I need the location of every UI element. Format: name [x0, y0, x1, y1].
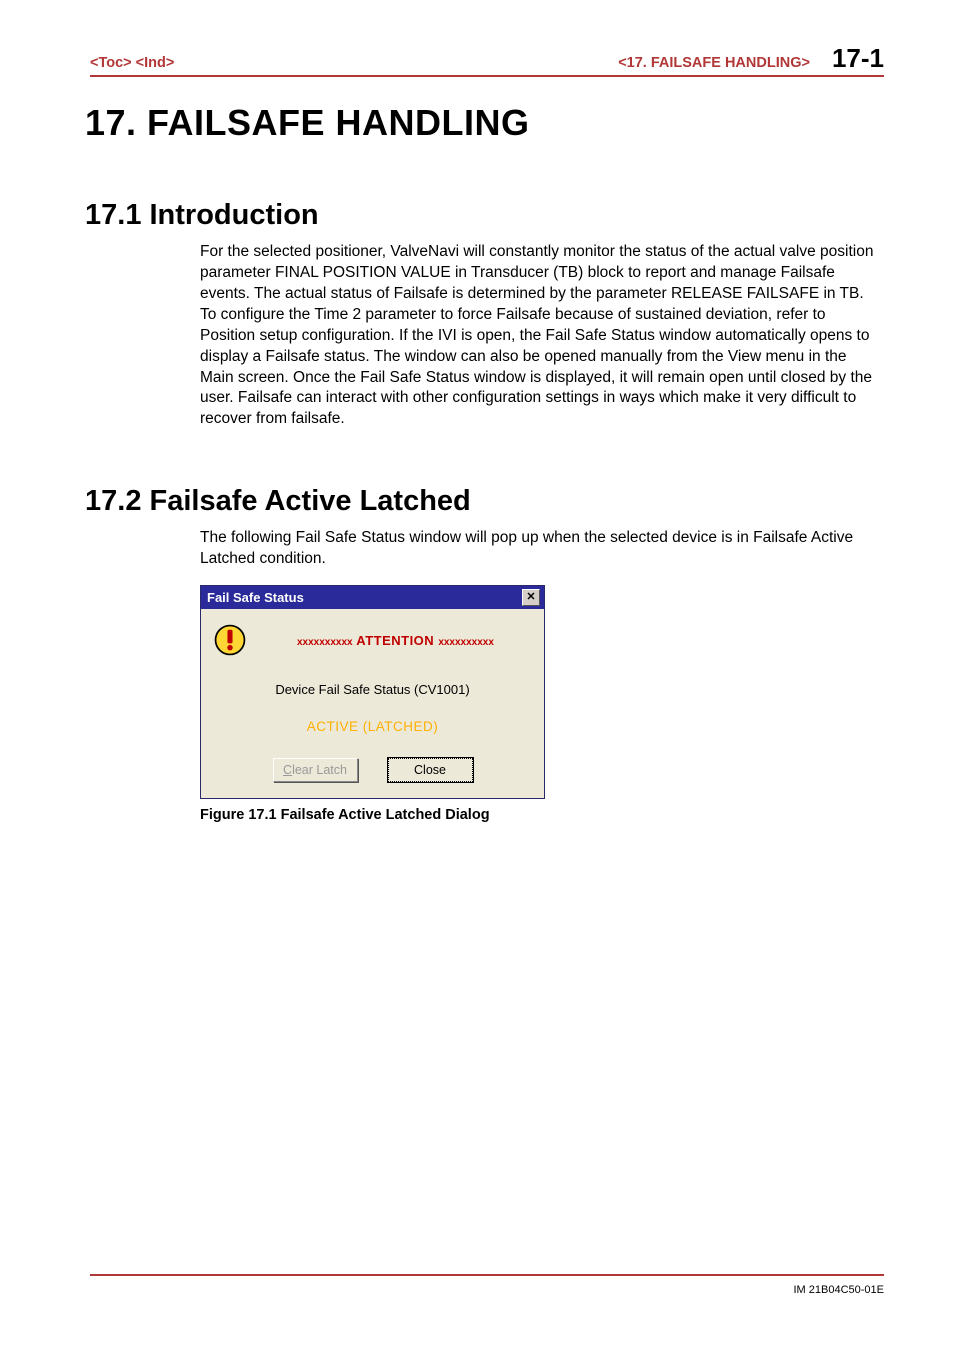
- header-right-group: <17. FAILSAFE HANDLING> 17-1: [618, 45, 884, 71]
- figure-caption: Figure 17.1 Failsafe Active Latched Dial…: [200, 807, 884, 823]
- toc-link[interactable]: <Toc>: [90, 55, 132, 71]
- dialog-title: Fail Safe Status: [207, 590, 304, 605]
- breadcrumb[interactable]: <17. FAILSAFE HANDLING>: [618, 55, 810, 71]
- failsafe-dialog: Fail Safe Status ✕ xxxxxxxxxx ATTENTION …: [200, 585, 545, 799]
- dialog-body: xxxxxxxxxx ATTENTION xxxxxxxxxx Device F…: [201, 609, 544, 798]
- attention-stars-right: xxxxxxxxxx: [438, 637, 494, 648]
- clear-latch-button[interactable]: Clear Latch: [273, 758, 358, 782]
- close-button[interactable]: ✕: [522, 589, 540, 606]
- clear-latch-mnemonic: C: [283, 763, 292, 777]
- dialog-button-row: Clear Latch Close: [211, 758, 534, 782]
- attention-row: xxxxxxxxxx ATTENTION xxxxxxxxxx: [211, 623, 534, 657]
- dialog-titlebar: Fail Safe Status ✕: [201, 586, 544, 609]
- device-status-line: Device Fail Safe Status (CV1001): [211, 682, 534, 697]
- header-nav-links: <Toc> <Ind>: [90, 55, 174, 71]
- section-17-2-heading: 17.2 Failsafe Active Latched: [85, 485, 884, 518]
- page-header: <Toc> <Ind> <17. FAILSAFE HANDLING> 17-1: [90, 45, 884, 77]
- chapter-title: 17. FAILSAFE HANDLING: [85, 102, 884, 144]
- doc-id: IM 21B04C50-01E: [794, 1284, 885, 1296]
- section-17-2-body: The following Fail Safe Status window wi…: [200, 528, 884, 570]
- section-17-1-body: For the selected positioner, ValveNavi w…: [200, 242, 884, 430]
- attention-word: ATTENTION: [356, 633, 434, 648]
- clear-latch-rest: lear Latch: [292, 763, 347, 777]
- section-17-1-heading: 17.1 Introduction: [85, 199, 884, 232]
- ind-link[interactable]: <Ind>: [136, 55, 175, 71]
- active-latched-status: ACTIVE (LATCHED): [211, 719, 534, 734]
- close-dialog-button[interactable]: Close: [388, 758, 473, 782]
- attention-stars-left: xxxxxxxxxx: [297, 637, 353, 648]
- page-number: 17-1: [832, 45, 884, 71]
- page-footer: IM 21B04C50-01E: [90, 1274, 884, 1296]
- warning-icon: [213, 623, 247, 657]
- attention-text: xxxxxxxxxx ATTENTION xxxxxxxxxx: [297, 633, 494, 648]
- failsafe-dialog-figure: Fail Safe Status ✕ xxxxxxxxxx ATTENTION …: [200, 585, 884, 799]
